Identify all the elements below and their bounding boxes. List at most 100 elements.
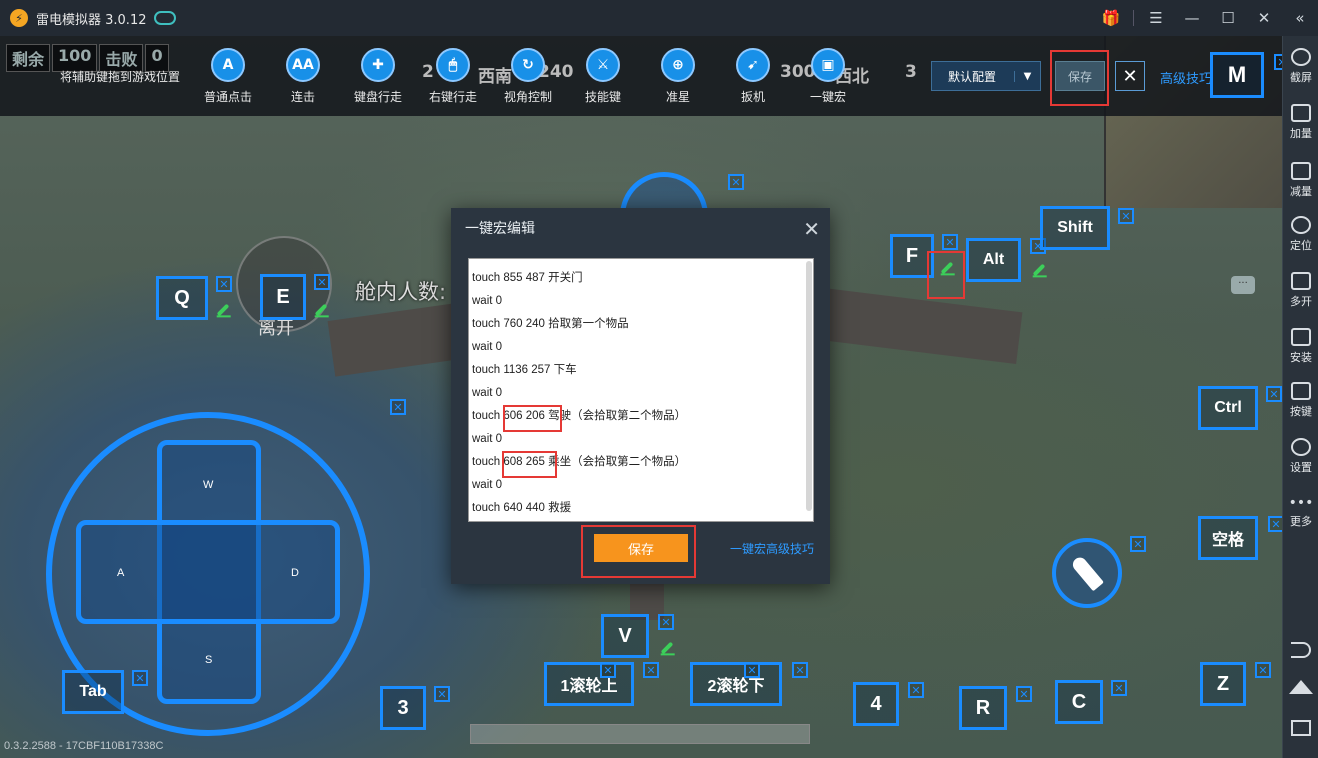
dpad-s-label: S (205, 654, 213, 666)
key-c[interactable]: C (1055, 680, 1103, 724)
remove-key-icon[interactable]: ✕ (216, 276, 232, 292)
remove-key-icon[interactable]: ✕ (744, 662, 760, 678)
close-icon[interactable]: ✕ (1246, 9, 1282, 27)
sidebar-item-more[interactable]: ••• 更多 (1283, 496, 1318, 529)
sidebar-item-volume-down[interactable]: 减量 (1283, 162, 1318, 199)
tool-crosshair[interactable]: ⊕ 准星 (646, 48, 710, 105)
tool-label: 右键行走 (428, 90, 477, 104)
sidebar-item-settings[interactable]: 设置 (1283, 438, 1318, 475)
sidebar-item-volume-up[interactable]: 加量 (1283, 104, 1318, 141)
chevron-down-icon[interactable]: ▼ (1014, 70, 1040, 82)
remove-key-icon[interactable]: ✕ (1118, 208, 1134, 224)
macro-line: touch 640 440 救援 (472, 502, 572, 514)
volume-down-icon (1291, 162, 1311, 180)
highlight-box (503, 405, 562, 432)
remove-key-icon[interactable]: ✕ (1266, 386, 1282, 402)
macro-line: touch 1136 257 下车 (472, 364, 577, 376)
remove-key-icon[interactable]: ✕ (908, 682, 924, 698)
remove-key-icon[interactable]: ✕ (1111, 680, 1127, 696)
compass-mark: 3 (905, 62, 917, 82)
macro-line: wait 0 (472, 341, 503, 353)
key-3[interactable]: 3 (380, 686, 426, 730)
gamepad-icon[interactable] (154, 11, 177, 25)
dpad-icon: ✚ (361, 48, 395, 82)
sidebar-item-label: 设置 (1290, 461, 1312, 474)
remove-key-icon[interactable]: ✕ (643, 662, 659, 678)
macro-line: wait 0 (472, 387, 503, 399)
key-tab[interactable]: Tab (62, 670, 124, 714)
scrollbar[interactable] (806, 261, 812, 511)
key-space[interactable]: 空格 (1198, 516, 1258, 560)
remove-key-icon[interactable]: ✕ (390, 399, 406, 415)
tool-label: 普通点击 (203, 90, 252, 104)
tool-combo[interactable]: AA 连击 (271, 48, 335, 105)
sidebar-item-multi-open[interactable]: 多开 (1283, 272, 1318, 309)
chat-icon[interactable]: ··· (1231, 276, 1255, 294)
sidebar-item-screenshot[interactable]: 截屏 (1283, 48, 1318, 85)
key-wheel-down[interactable]: 2滚轮下 (690, 662, 782, 706)
tool-label: 一键宏 (809, 90, 846, 104)
back-icon[interactable] (1291, 642, 1311, 658)
remove-key-icon[interactable]: ✕ (1130, 536, 1146, 552)
sidebar-item-label: 截屏 (1290, 71, 1312, 84)
key-m[interactable]: M (1210, 52, 1264, 98)
tool-normal-click[interactable]: A 普通点击 (196, 48, 260, 105)
location-icon (1291, 216, 1311, 234)
close-keymap-button[interactable]: ✕ (1115, 61, 1145, 91)
dpad-a-label: A (117, 567, 125, 579)
remove-key-icon[interactable]: ✕ (942, 234, 958, 250)
macro-icon: ▣ (811, 48, 845, 82)
sidebar-item-location[interactable]: 定位 (1283, 216, 1318, 253)
sidebar-item-keymap[interactable]: 按键 (1283, 382, 1318, 419)
config-select[interactable]: 默认配置 ▼ (931, 61, 1041, 91)
sidebar-item-install[interactable]: 安装 (1283, 328, 1318, 365)
recent-apps-icon[interactable] (1291, 720, 1311, 736)
remove-key-icon[interactable]: ✕ (728, 174, 744, 190)
version-text: 0.3.2.2588 - 17CBF110B17338C (4, 740, 164, 752)
key-alt[interactable]: Alt (966, 238, 1021, 282)
tool-macro[interactable]: ▣ 一键宏 (796, 48, 860, 105)
progress-bar (470, 724, 810, 744)
macro-advanced-link[interactable]: 一键宏高级技巧 (730, 540, 814, 557)
highlight-box (1050, 50, 1109, 106)
key-r[interactable]: R (959, 686, 1007, 730)
remove-key-icon[interactable]: ✕ (1016, 686, 1032, 702)
remove-key-icon[interactable]: ✕ (132, 670, 148, 686)
key-q[interactable]: Q (156, 276, 208, 320)
tool-skill-key[interactable]: ⚔ 技能键 (571, 48, 635, 105)
key-z[interactable]: Z (1200, 662, 1246, 706)
tool-keyboard-walk[interactable]: ✚ 键盘行走 (346, 48, 410, 105)
gift-icon[interactable]: 🎁 (1093, 9, 1129, 27)
minimize-icon[interactable]: — (1174, 9, 1210, 27)
key-shift[interactable]: Shift (1040, 206, 1110, 250)
key-wheel-up[interactable]: 1滚轮上 (544, 662, 634, 706)
remove-key-icon[interactable]: ✕ (434, 686, 450, 702)
remove-key-icon[interactable]: ✕ (792, 662, 808, 678)
sidebar-item-label: 多开 (1290, 295, 1312, 308)
remove-key-icon[interactable]: ✕ (658, 614, 674, 630)
tool-label: 视角控制 (503, 90, 552, 104)
dpad-d-label: D (291, 567, 299, 579)
home-icon[interactable] (1289, 680, 1313, 694)
normal-click-icon: A (211, 48, 245, 82)
maximize-icon[interactable]: ☐ (1210, 9, 1246, 27)
advanced-tips-link[interactable]: 高级技巧 (1160, 68, 1212, 87)
trigger-button[interactable] (1052, 538, 1122, 608)
key-v[interactable]: V (601, 614, 649, 658)
macro-script-editor[interactable]: touch 855 487 开关门 wait 0 touch 760 240 拾… (468, 258, 814, 522)
combo-icon: AA (286, 48, 320, 82)
key-e[interactable]: E (260, 274, 306, 320)
highlight-box (502, 451, 557, 478)
remove-key-icon[interactable]: ✕ (600, 662, 616, 678)
title-bar: ⚡ 雷电模拟器 3.0.12 🎁 ☰ — ☐ ✕ « (0, 0, 1318, 36)
menu-icon[interactable]: ☰ (1138, 9, 1174, 27)
remove-key-icon[interactable]: ✕ (1255, 662, 1271, 678)
tool-right-click-walk[interactable]: 🖱 右键行走 (421, 48, 485, 105)
close-icon[interactable]: ✕ (803, 217, 820, 241)
tool-trigger[interactable]: ➹ 扳机 (721, 48, 785, 105)
tool-view-control[interactable]: ↻ 视角控制 (496, 48, 560, 105)
key-ctrl[interactable]: Ctrl (1198, 386, 1258, 430)
key-4[interactable]: 4 (853, 682, 899, 726)
collapse-sidebar-icon[interactable]: « (1282, 9, 1318, 27)
remove-key-icon[interactable]: ✕ (314, 274, 330, 290)
